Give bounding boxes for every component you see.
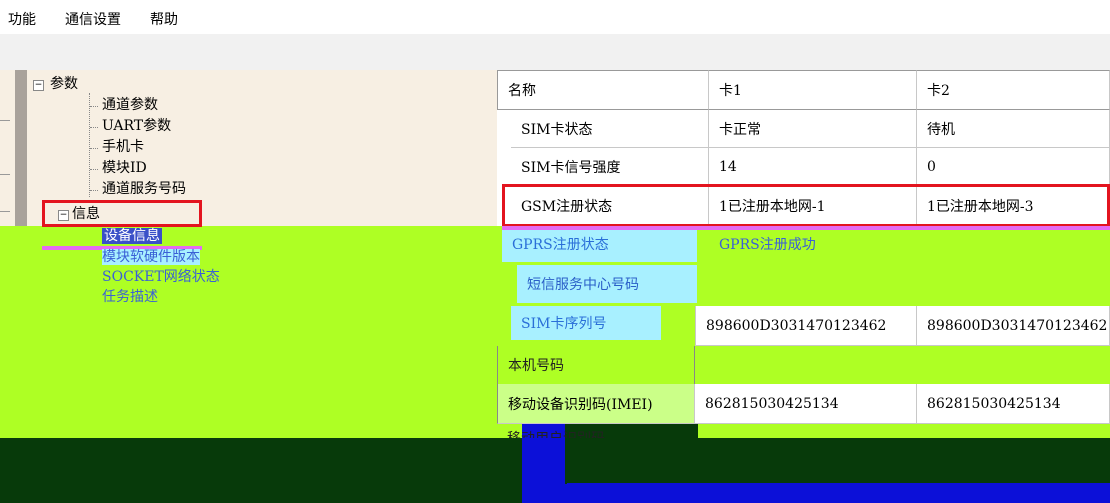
cell-card2: 898600D3031470123462: [917, 306, 1110, 346]
tree-item-task-description[interactable]: 任务描述: [102, 289, 158, 305]
toolbar-strip: [0, 34, 1110, 70]
column-header-card2[interactable]: 卡2: [917, 70, 1110, 110]
tree-item-firmware-version[interactable]: 模块软硬件版本: [102, 249, 200, 265]
cell-card1: 14: [709, 148, 917, 186]
tree-node-params[interactable]: 参数: [50, 76, 78, 92]
cell-card1: 卡正常: [709, 110, 917, 148]
menu-bar: 功能 通信设置 帮助: [0, 0, 1110, 34]
tree-item-socket-status[interactable]: SOCKET网络状态: [102, 269, 220, 285]
row-name-signal: SIM卡信号强度: [511, 148, 709, 186]
blue-block: [567, 483, 1110, 503]
tree-divider: [0, 211, 10, 212]
cell-card2: 862815030425134: [917, 384, 1110, 424]
highlight-box: [42, 200, 202, 227]
tree-divider: [0, 174, 10, 175]
menu-function[interactable]: 功能: [8, 9, 36, 29]
row-name-gprs: GPRS注册状态: [502, 226, 697, 262]
tree-connector: [90, 148, 98, 149]
cell-card1: 898600D3031470123462: [695, 306, 917, 346]
cell-card2: 待机: [917, 110, 1110, 148]
highlight-box: [502, 184, 1110, 227]
column-header-name[interactable]: 名称: [497, 70, 709, 110]
tree-item-device-info[interactable]: 设备信息: [102, 228, 162, 244]
cell-card1: GPRS注册成功: [719, 237, 816, 253]
menu-comm-settings[interactable]: 通信设置: [65, 9, 121, 29]
row-name-sms-center: 短信服务中心号码: [517, 265, 697, 303]
column-header-card1[interactable]: 卡1: [709, 70, 917, 110]
tree-connector: [90, 190, 98, 191]
info-grid: 名称 卡1 卡2 SIM卡状态 卡正常 待机 SIM卡信号强度 14 0 GSM…: [497, 70, 1110, 424]
tree-connector: [90, 169, 98, 170]
selected-item-label[interactable]: 设备信息: [102, 228, 162, 244]
cell-card2: 0: [917, 148, 1110, 186]
tree-item-channel-params[interactable]: 通道参数: [102, 97, 158, 113]
tree-connector: [90, 127, 98, 128]
cell-card1: 862815030425134: [695, 384, 917, 424]
tree-connector: [89, 93, 90, 197]
tree-item-service-number[interactable]: 通道服务号码: [102, 181, 186, 197]
tree-item-sim-card[interactable]: 手机卡: [102, 139, 144, 155]
menu-help[interactable]: 帮助: [150, 9, 178, 29]
tree-connector: [90, 106, 98, 107]
tree-divider: [0, 120, 10, 121]
tree-item-uart-params[interactable]: UART参数: [102, 118, 171, 134]
tree-item-module-id[interactable]: 模块ID: [102, 160, 147, 176]
row-name-imsi: 移动用户识别码: [507, 425, 617, 438]
row-name-sim-serial: SIM卡序列号: [511, 306, 661, 340]
row-name-phone-number: 本机号码: [497, 346, 695, 384]
tree-scrollbar[interactable]: [15, 70, 27, 245]
collapse-icon[interactable]: −: [33, 80, 44, 91]
highlight-underline: [502, 226, 1110, 230]
row-name-imei: 移动设备识别码(IMEI): [497, 384, 695, 424]
row-name-sim-status: SIM卡状态: [511, 110, 709, 148]
